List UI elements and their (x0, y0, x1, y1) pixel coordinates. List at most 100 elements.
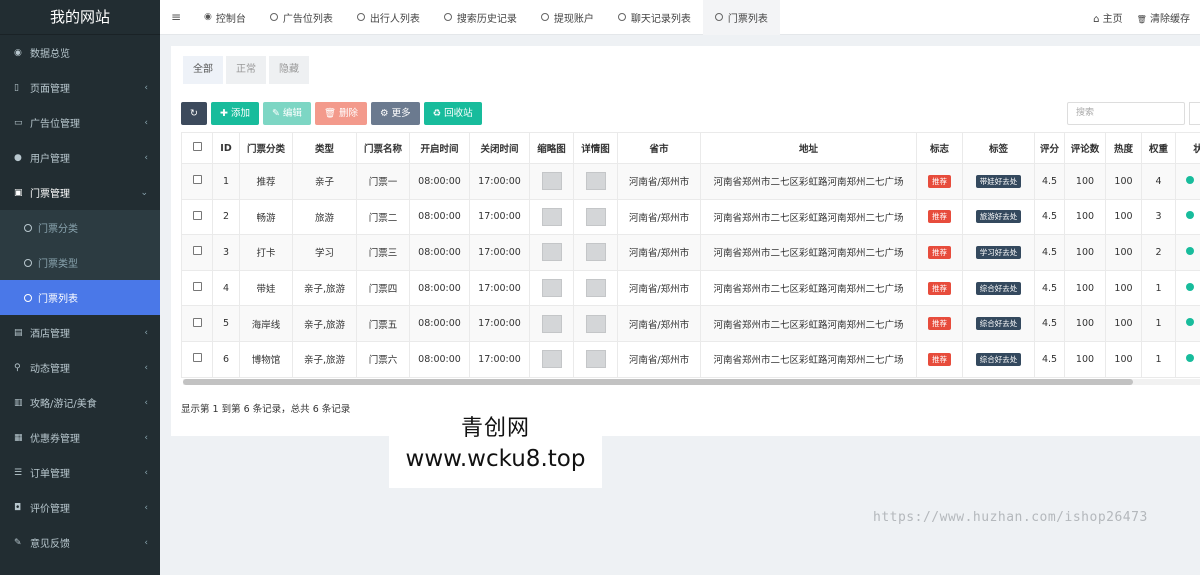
cell-name: 门票五 (356, 305, 410, 342)
circle-icon (24, 223, 32, 232)
cell-id: 5 (212, 305, 240, 342)
sidebar-item-11[interactable]: ✎ 意见反馈 ‹ (0, 525, 160, 560)
tab-all[interactable]: 全部 (183, 56, 223, 84)
table-row[interactable]: 2 畅游 旅游 门票二 08:00:00 17:00:00 河南省/郑州市 河南省郑州市二七区… (181, 198, 1200, 236)
brand-logo[interactable]: 我的网站 (0, 0, 160, 35)
detail-image[interactable] (573, 305, 618, 342)
cell-heat: 100 (1105, 269, 1142, 307)
tab-1[interactable]: 广告位列表 (258, 0, 345, 35)
table-row[interactable]: 1 推荐 亲子 门票一 08:00:00 17:00:00 河南省/郑州市 河南省郑州市二七区… (181, 163, 1200, 200)
tab-label: 搜索历史记录 (456, 13, 517, 25)
column-header[interactable]: 评论数 (1064, 132, 1106, 164)
row-checkbox[interactable] (181, 163, 213, 200)
column-header[interactable]: 地址 (700, 132, 917, 164)
user-icon: ● (14, 152, 22, 163)
sidebar-item-2[interactable]: ▭ 广告位管理 ‹ (0, 105, 160, 140)
tab-4[interactable]: 提现账户 (529, 0, 606, 35)
column-header[interactable]: 缩略图 (529, 132, 574, 164)
row-checkbox[interactable] (181, 305, 213, 342)
column-header[interactable]: 类型 (292, 132, 357, 164)
delete-button[interactable]: 🗑 删除 (314, 102, 368, 125)
add-button[interactable]: ✚ 添加 (210, 102, 259, 125)
row-checkbox[interactable] (181, 340, 213, 378)
cell-name: 门票四 (356, 269, 410, 307)
sidebar-item-10[interactable]: ◘ 评价管理 ‹ (0, 490, 160, 525)
sidebar-item-0[interactable]: ◉ 数据总览 (0, 35, 160, 70)
detail-image[interactable] (573, 340, 618, 378)
tab-0[interactable]: ◉ 控制台 (192, 0, 258, 35)
detail-image[interactable] (573, 163, 618, 200)
column-header[interactable]: 门票名称 (356, 132, 410, 164)
select-all-checkbox[interactable] (181, 132, 213, 164)
sidebar-item-4[interactable]: ▣ 门票管理 ⌄ (0, 175, 160, 210)
column-header[interactable]: 状 (1175, 132, 1200, 164)
edit-button[interactable]: ✎ 编辑 (262, 102, 311, 125)
column-header[interactable]: 标签 (962, 132, 1035, 164)
sidebar-item-9[interactable]: ☰ 订单管理 ‹ (0, 455, 160, 490)
sidebar-subitem-1[interactable]: 门票类型 (0, 245, 160, 280)
row-checkbox[interactable] (181, 269, 213, 307)
sidebar-item-6[interactable]: ⚲ 动态管理 ‹ (0, 350, 160, 385)
thumbnail-image[interactable] (529, 198, 574, 236)
column-header[interactable]: 开启时间 (409, 132, 470, 164)
tab-hidden[interactable]: 隐藏 (269, 56, 309, 84)
recycle-bin-button[interactable]: ♻ 回收站 (423, 102, 482, 125)
circle-icon (443, 13, 452, 21)
column-header[interactable]: ID (212, 132, 240, 164)
thumbnail-image[interactable] (529, 269, 574, 307)
thumbnail-image[interactable] (529, 305, 574, 342)
tab-normal[interactable]: 正常 (226, 56, 266, 84)
status-dot-icon (1186, 318, 1194, 327)
sidebar-item-7[interactable]: ▥ 攻略/游记/美食 ‹ (0, 385, 160, 420)
scrollbar-thumb[interactable] (183, 379, 1133, 385)
sidebar-subitem-2[interactable]: 门票列表 (0, 280, 160, 315)
horizontal-scrollbar[interactable] (183, 379, 1200, 385)
column-header[interactable]: 详情图 (573, 132, 618, 164)
tab-2[interactable]: 出行人列表 (345, 0, 432, 35)
table-row[interactable]: 5 海岸线 亲子,旅游 门票五 08:00:00 17:00:00 河南省/郑州市 河南省郑州… (181, 305, 1200, 342)
thumbnail-image[interactable] (529, 163, 574, 200)
clear-cache-link[interactable]: 🗑 清除缓存 (1137, 10, 1190, 25)
sidebar-item-8[interactable]: ▦ 优惠券管理 ‹ (0, 420, 160, 455)
column-header[interactable]: 热度 (1105, 132, 1142, 164)
tab-5[interactable]: 聊天记录列表 (606, 0, 703, 35)
thumbnail-image[interactable] (529, 234, 574, 271)
detail-image[interactable] (573, 269, 618, 307)
column-header[interactable]: 门票分类 (239, 132, 293, 164)
sidebar-item-3[interactable]: ● 用户管理 ‹ (0, 140, 160, 175)
sidebar-subitem-0[interactable]: 门票分类 (0, 210, 160, 245)
menu-toggle-icon[interactable]: ≡ (160, 10, 192, 24)
column-header[interactable]: 权重 (1141, 132, 1176, 164)
sidebar-item-label: 评价管理 (30, 504, 70, 515)
cell-category: 推荐 (239, 163, 293, 200)
column-header[interactable]: 省市 (617, 132, 701, 164)
trash-icon: 🗑 (1136, 15, 1147, 24)
sidebar-item-1[interactable]: ▯ 页面管理 ‹ (0, 70, 160, 105)
thumbnail-image[interactable] (529, 340, 574, 378)
cell-comments: 100 (1064, 269, 1106, 307)
search-button[interactable] (1189, 102, 1200, 125)
more-button[interactable]: ⚙ 更多 (371, 102, 420, 125)
coupon-icon: ▦ (14, 432, 23, 443)
cell-comments: 100 (1064, 163, 1106, 200)
search-input[interactable]: 搜索 (1067, 102, 1185, 125)
cell-heat: 100 (1105, 163, 1142, 200)
row-checkbox[interactable] (181, 234, 213, 271)
tab-6[interactable]: 门票列表 (702, 0, 780, 35)
caret-icon: ‹ (144, 433, 148, 443)
table-row[interactable]: 6 博物馆 亲子,旅游 门票六 08:00:00 17:00:00 河南省/郑州市 河南省郑州… (181, 340, 1200, 378)
cell-heat: 100 (1105, 234, 1142, 271)
column-header[interactable]: 标志 (916, 132, 963, 164)
sidebar-item-5[interactable]: ▤ 酒店管理 ‹ (0, 315, 160, 350)
pagination-summary: 显示第 1 到第 6 条记录，总共 6 条记录 (181, 404, 351, 415)
table-row[interactable]: 3 打卡 学习 门票三 08:00:00 17:00:00 河南省/郑州市 河南省郑州市二七区… (181, 234, 1200, 271)
table-row[interactable]: 4 带娃 亲子,旅游 门票四 08:00:00 17:00:00 河南省/郑州市 河南省郑州市… (181, 269, 1200, 307)
row-checkbox[interactable] (181, 198, 213, 236)
detail-image[interactable] (573, 234, 618, 271)
refresh-button[interactable]: ↻ (181, 102, 207, 125)
column-header[interactable]: 关闭时间 (469, 132, 530, 164)
column-header[interactable]: 评分 (1034, 132, 1065, 164)
detail-image[interactable] (573, 198, 618, 236)
tab-3[interactable]: 搜索历史记录 (432, 0, 529, 35)
home-link[interactable]: ⌂ 主页 (1093, 10, 1123, 25)
